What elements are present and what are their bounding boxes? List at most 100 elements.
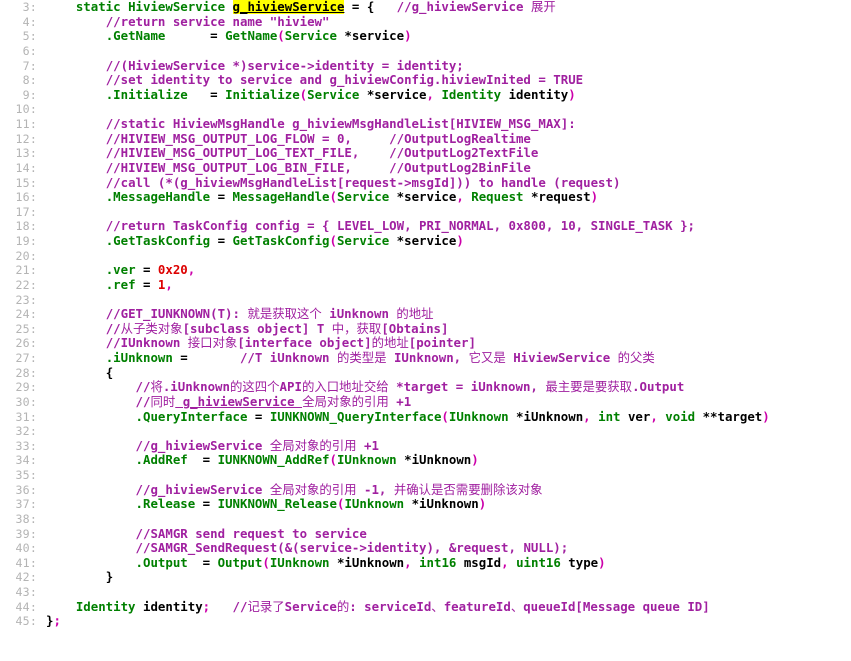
code-line[interactable]: 27: .iUnknown = //T iUnknown 的类型是 IUnkno… bbox=[0, 350, 851, 366]
code-line[interactable]: 45:}; bbox=[0, 613, 851, 629]
code-token: ( bbox=[329, 189, 337, 205]
line-content[interactable]: //g_hiviewService 全局对象的引用 +1 bbox=[46, 438, 851, 454]
line-content[interactable]: .ver = 0x20, bbox=[46, 262, 851, 278]
code-line[interactable]: 24: //GET_IUNKNOWN(T): 就是获取这个 iUnknown 的… bbox=[0, 306, 851, 322]
code-line[interactable]: 9: .Initialize = Initialize(Service *ser… bbox=[0, 86, 851, 103]
code-token: 最主要是要获取 bbox=[545, 379, 633, 395]
line-content[interactable]: //将.iUnknown的这四个API的入口地址交给 *target = iUn… bbox=[46, 379, 851, 395]
code-line[interactable]: 35: bbox=[0, 468, 851, 483]
code-token: // bbox=[135, 379, 151, 395]
code-listing[interactable]: 3: static HiviewService g_hiviewService … bbox=[0, 0, 851, 661]
line-content[interactable]: .Initialize = Initialize(Service *servic… bbox=[46, 86, 851, 103]
code-token: IUNKNOWN_Release bbox=[217, 496, 337, 512]
line-content[interactable]: .QueryInterface = IUNKNOWN_QueryInterfac… bbox=[46, 408, 851, 425]
code-token: 将 bbox=[150, 379, 163, 395]
line-content[interactable]: { bbox=[46, 365, 851, 381]
line-content[interactable]: //call (*(g_hiviewMsgHandleList[request-… bbox=[46, 175, 851, 191]
line-content[interactable]: //HIVIEW_MSG_OUTPUT_LOG_TEXT_FILE, //Out… bbox=[46, 145, 851, 161]
code-line[interactable]: 7: //(HiviewService *)service->identity … bbox=[0, 58, 851, 74]
code-token: *iUnknown bbox=[508, 408, 584, 424]
code-line[interactable]: 44: Identity identity; //记录了Service的: se… bbox=[0, 598, 851, 615]
code-line[interactable]: 18: //return TaskConfig config = { LEVEL… bbox=[0, 219, 851, 234]
line-content[interactable]: //g_hiviewService 全局对象的引用 -1, 并确认是否需要删除该… bbox=[46, 482, 851, 498]
code-line[interactable]: 34: .AddRef = IUNKNOWN_AddRef(IUnknown *… bbox=[0, 453, 851, 468]
code-line[interactable]: 33: //g_hiviewService 全局对象的引用 +1 bbox=[0, 438, 851, 454]
line-number: 43: bbox=[15, 585, 37, 599]
line-number: 14: bbox=[15, 160, 37, 175]
line-content[interactable]: .GetName = GetName(Service *service) bbox=[46, 28, 851, 44]
line-content[interactable]: .GetTaskConfig = GetTaskConfig(Service *… bbox=[46, 233, 851, 249]
code-line[interactable]: 31: .QueryInterface = IUNKNOWN_QueryInte… bbox=[0, 408, 851, 425]
line-content[interactable]: .MessageHandle = MessageHandle(Service *… bbox=[46, 189, 851, 205]
code-token: 、 bbox=[431, 598, 444, 614]
code-line[interactable]: 30: //同时 g_hiviewService 全局对象的引用 +1 bbox=[0, 394, 851, 410]
line-number: 13: bbox=[15, 146, 37, 161]
code-line[interactable]: 5: .GetName = GetName(Service *service) bbox=[0, 28, 851, 44]
code-token: //HIVIEW_MSG_OUTPUT_LOG_BIN_FILE, //Outp… bbox=[105, 159, 531, 175]
code-line[interactable]: 25: //从子类对象[subclass object] T 中，获取[Obta… bbox=[0, 321, 851, 337]
line-content[interactable]: //GET_IUNKNOWN(T): 就是获取这个 iUnknown 的地址 bbox=[46, 306, 851, 322]
code-line[interactable]: 42: } bbox=[0, 570, 851, 585]
line-content[interactable]: //SAMGR send request to service bbox=[46, 526, 851, 542]
code-line[interactable]: 14: //HIVIEW_MSG_OUTPUT_LOG_BIN_FILE, //… bbox=[0, 159, 851, 176]
line-content[interactable]: //return service name "hiview" bbox=[46, 14, 851, 30]
code-line[interactable]: 26: //IUnknown 接口对象[interface object]的地址… bbox=[0, 336, 851, 351]
line-content[interactable]: //static HiviewMsgHandle g_hiviewMsgHand… bbox=[46, 116, 851, 132]
code-token: [interface object] bbox=[237, 335, 372, 351]
code-line[interactable]: 12: //HIVIEW_MSG_OUTPUT_LOG_FLOW = 0, //… bbox=[0, 131, 851, 147]
code-line[interactable]: 40: //SAMGR_SendRequest(&(service->ident… bbox=[0, 540, 851, 556]
code-token: ) bbox=[568, 86, 576, 102]
line-number: 29: bbox=[15, 380, 37, 395]
code-line[interactable]: 23: bbox=[0, 293, 851, 308]
line-content[interactable]: //HIVIEW_MSG_OUTPUT_LOG_BIN_FILE, //Outp… bbox=[46, 159, 851, 176]
line-content[interactable]: .Release = IUNKNOWN_Release(IUnknown *iU… bbox=[46, 496, 851, 512]
code-line[interactable]: 13: //HIVIEW_MSG_OUTPUT_LOG_TEXT_FILE, /… bbox=[0, 145, 851, 161]
line-content[interactable]: //(HiviewService *)service->identity = i… bbox=[46, 58, 851, 74]
code-token: .GetTaskConfig bbox=[105, 233, 211, 248]
line-content[interactable]: .iUnknown = //T iUnknown 的类型是 IUnknown, … bbox=[46, 350, 851, 366]
code-line[interactable]: 17: bbox=[0, 205, 851, 220]
line-content[interactable]: .AddRef = IUNKNOWN_AddRef(IUnknown *iUnk… bbox=[46, 453, 851, 468]
line-content[interactable]: //HIVIEW_MSG_OUTPUT_LOG_FLOW = 0, //Outp… bbox=[46, 131, 851, 147]
line-content[interactable]: .ref = 1, bbox=[46, 277, 851, 293]
code-line[interactable]: 43: bbox=[0, 585, 851, 600]
line-content[interactable]: static HiviewService g_hiviewService = {… bbox=[46, 0, 851, 15]
line-content[interactable]: //set identity to service and g_hiviewCo… bbox=[46, 72, 851, 88]
code-token: //return TaskConfig config = { LEVEL_LOW… bbox=[105, 218, 696, 234]
code-line[interactable]: 22: .ref = 1, bbox=[0, 277, 851, 293]
line-content[interactable]: //return TaskConfig config = { LEVEL_LOW… bbox=[46, 219, 851, 234]
code-line[interactable]: 6: bbox=[0, 44, 851, 59]
code-line[interactable]: 16: .MessageHandle = MessageHandle(Servi… bbox=[0, 189, 851, 205]
code-line[interactable]: 36: //g_hiviewService 全局对象的引用 -1, 并确认是否需… bbox=[0, 482, 851, 498]
code-line[interactable]: 38: bbox=[0, 512, 851, 527]
code-line[interactable]: 39: //SAMGR send request to service bbox=[0, 526, 851, 542]
code-line[interactable]: 20: bbox=[0, 249, 851, 264]
line-content[interactable]: }; bbox=[46, 613, 851, 629]
code-line[interactable]: 19: .GetTaskConfig = GetTaskConfig(Servi… bbox=[0, 233, 851, 249]
code-line[interactable]: 37: .Release = IUNKNOWN_Release(IUnknown… bbox=[0, 496, 851, 512]
code-line[interactable]: 29: //将.iUnknown的这四个API的入口地址交给 *target =… bbox=[0, 379, 851, 395]
code-line[interactable]: 11: //static HiviewMsgHandle g_hiviewMsg… bbox=[0, 116, 851, 132]
code-line[interactable]: 3: static HiviewService g_hiviewService … bbox=[0, 0, 851, 15]
code-line[interactable]: 10: bbox=[0, 102, 851, 117]
code-token: = { bbox=[344, 0, 397, 14]
line-content[interactable]: //IUnknown 接口对象[interface object]的地址[poi… bbox=[46, 336, 851, 351]
line-content[interactable]: //从子类对象[subclass object] T 中，获取[Obtains] bbox=[46, 321, 851, 337]
code-line[interactable]: 41: .Output = Output(IUnknown *iUnknown,… bbox=[0, 555, 851, 571]
line-content[interactable]: .Output = Output(IUnknown *iUnknown, int… bbox=[46, 555, 851, 571]
code-line[interactable]: 32: bbox=[0, 424, 851, 439]
code-line[interactable]: 21: .ver = 0x20, bbox=[0, 262, 851, 278]
line-content[interactable]: //SAMGR_SendRequest(&(service->identity)… bbox=[46, 540, 851, 556]
code-line[interactable]: 15: //call (*(g_hiviewMsgHandleList[requ… bbox=[0, 175, 851, 191]
code-line[interactable]: 28: { bbox=[0, 365, 851, 381]
code-line[interactable]: 4: //return service name "hiview" bbox=[0, 14, 851, 30]
code-token: = bbox=[210, 28, 226, 44]
line-content[interactable]: Identity identity; //记录了Service的: servic… bbox=[46, 598, 851, 615]
line-content[interactable]: } bbox=[46, 570, 851, 585]
code-token: 、 bbox=[510, 598, 524, 614]
code-line[interactable]: 8: //set identity to service and g_hivie… bbox=[0, 72, 851, 88]
line-content[interactable]: //同时 g_hiviewService 全局对象的引用 +1 bbox=[46, 394, 851, 410]
